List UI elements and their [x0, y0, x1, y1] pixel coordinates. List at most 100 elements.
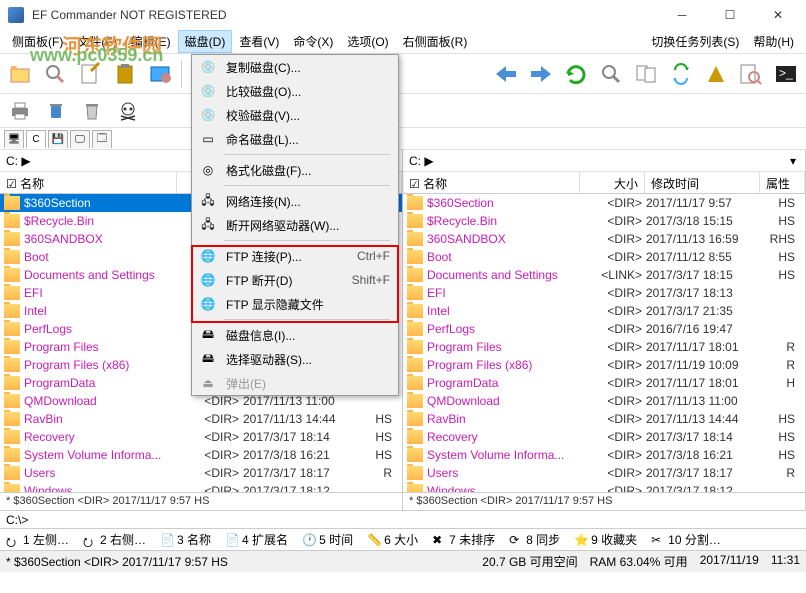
minimize-button[interactable]: ─: [662, 3, 702, 27]
tool-back-icon[interactable]: [490, 58, 522, 90]
function-key-10[interactable]: ✂10 分割…: [651, 531, 721, 548]
drive-tab-d[interactable]: 💾: [48, 130, 68, 148]
file-row[interactable]: Intel<DIR>2017/3/17 21:35: [403, 302, 805, 320]
file-name: Windows: [24, 484, 178, 492]
drive-tab-e[interactable]: 🖵: [70, 130, 90, 148]
tool-edit-icon[interactable]: [74, 58, 106, 90]
file-row[interactable]: Documents and Settings<LINK>2017/3/17 18…: [403, 266, 805, 284]
col-checkbox-icon[interactable]: ☑: [6, 177, 20, 191]
file-row[interactable]: RavBin<DIR>2017/11/13 14:44HS: [403, 410, 805, 428]
drive-tab-pc-icon[interactable]: 🖥: [4, 130, 24, 148]
function-key-8[interactable]: ⟳8 同步: [509, 531, 560, 548]
menu-item-info[interactable]: 🖴磁盘信息(I)...: [192, 323, 398, 347]
file-row[interactable]: ProgramData<DIR>2017/11/17 18:01H: [403, 374, 805, 392]
menu-edit[interactable]: 编辑(E): [124, 30, 178, 53]
command-line[interactable]: C:\>: [0, 510, 806, 528]
tool-recycle-icon[interactable]: [40, 95, 72, 127]
file-row[interactable]: Boot<DIR>2017/11/12 8:55HS: [403, 248, 805, 266]
tool-paste-icon[interactable]: [109, 58, 141, 90]
folder-icon: [4, 430, 20, 444]
menu-switch-tasklist[interactable]: 切换任务列表(S): [644, 30, 746, 53]
file-row[interactable]: Users<DIR>2017/3/17 18:17R: [0, 464, 402, 482]
file-row[interactable]: Windows<DIR>2017/3/17 18:12: [403, 482, 805, 492]
function-key-3[interactable]: 📄3 名称: [160, 531, 211, 548]
file-name: System Volume Informa...: [427, 448, 581, 462]
file-row[interactable]: $Recycle.Bin<DIR>2017/3/18 15:15HS: [403, 212, 805, 230]
tool-sheets-icon[interactable]: [630, 58, 662, 90]
menu-options[interactable]: 选项(O): [340, 30, 395, 53]
menu-disk[interactable]: 磁盘(D): [178, 30, 233, 53]
tool-sync-icon[interactable]: [665, 58, 697, 90]
menu-item-network[interactable]: 🖧网络连接(N)...: [192, 189, 398, 213]
menu-right-panel[interactable]: 右侧面板(R): [396, 30, 475, 53]
path-dropdown-icon[interactable]: ▾: [787, 156, 799, 166]
tool-pyramid-icon[interactable]: [700, 58, 732, 90]
tool-skull-icon[interactable]: [112, 95, 144, 127]
tool-settings-icon[interactable]: [144, 58, 176, 90]
function-key-2[interactable]: ⭮2 右侧…: [83, 531, 146, 548]
function-key-7[interactable]: ✖7 未排序: [432, 531, 495, 548]
file-row[interactable]: Users<DIR>2017/3/17 18:17R: [403, 464, 805, 482]
file-row[interactable]: $360Section<DIR>2017/11/17 9:57HS: [403, 194, 805, 212]
footer-time: 11:31: [771, 553, 800, 570]
menu-left-panel[interactable]: 侧面板(F): [5, 30, 70, 53]
right-file-list[interactable]: $360Section<DIR>2017/11/17 9:57HS$Recycl…: [403, 194, 805, 492]
menu-item-globe[interactable]: 🌐FTP 连接(P)...Ctrl+F: [192, 244, 398, 268]
right-col-date[interactable]: 修改时间: [645, 172, 760, 193]
menu-item-disk-check[interactable]: 💿校验磁盘(V)...: [192, 103, 398, 127]
menu-item-globe-eye[interactable]: 🌐FTP 显示隐藏文件: [192, 292, 398, 316]
menu-command[interactable]: 命令(X): [286, 30, 340, 53]
menu-item-disk-label[interactable]: ▭命名磁盘(L)...: [192, 127, 398, 151]
file-row[interactable]: System Volume Informa...<DIR>2017/3/18 1…: [403, 446, 805, 464]
function-key-1[interactable]: ⭮1 左侧…: [6, 531, 69, 548]
folder-icon: [407, 250, 423, 264]
tool-zoom-icon[interactable]: [595, 58, 627, 90]
file-row[interactable]: System Volume Informa...<DIR>2017/3/18 1…: [0, 446, 402, 464]
tool-refresh-icon[interactable]: [560, 58, 592, 90]
menu-item-network-off[interactable]: 🖧断开网络驱动器(W)...: [192, 213, 398, 237]
tool-forward-icon[interactable]: [525, 58, 557, 90]
menu-item-label: 比较磁盘(O)...: [226, 83, 301, 100]
function-key-4[interactable]: 📄4 扩展名: [225, 531, 288, 548]
menu-item-format[interactable]: ◎格式化磁盘(F)...: [192, 158, 398, 182]
function-key-9[interactable]: ⭐9 收藏夹: [574, 531, 637, 548]
tool-printer-icon[interactable]: [4, 95, 36, 127]
left-col-name[interactable]: 名称: [20, 177, 44, 191]
menu-item-select[interactable]: 🖴选择驱动器(S)...: [192, 347, 398, 371]
menu-item-globe-off[interactable]: 🌐FTP 断开(D)Shift+F: [192, 268, 398, 292]
file-row[interactable]: Program Files<DIR>2017/11/17 18:01R: [403, 338, 805, 356]
menu-view[interactable]: 查看(V): [232, 30, 286, 53]
col-checkbox-icon[interactable]: ☑: [409, 177, 423, 191]
right-path-bar[interactable]: C: ▶ ▾: [403, 150, 805, 172]
right-col-attr[interactable]: 属性: [760, 172, 805, 193]
menu-file[interactable]: 文件(F): [70, 30, 123, 53]
file-row[interactable]: Recovery<DIR>2017/3/17 18:14HS: [0, 428, 402, 446]
file-row[interactable]: Windows<DIR>2017/3/17 18:12: [0, 482, 402, 492]
menu-item-disk[interactable]: 💿复制磁盘(C)...: [192, 55, 398, 79]
function-key-5[interactable]: 🕐5 时间: [302, 531, 353, 548]
tool-search-icon[interactable]: [39, 58, 71, 90]
right-col-size[interactable]: 大小: [580, 172, 645, 193]
drive-tab-c[interactable]: C: [26, 130, 46, 148]
close-button[interactable]: ✕: [758, 3, 798, 27]
folder-icon: [4, 196, 20, 210]
file-row[interactable]: RavBin<DIR>2017/11/13 14:44HS: [0, 410, 402, 428]
file-row[interactable]: Recovery<DIR>2017/3/17 18:14HS: [403, 428, 805, 446]
right-col-name[interactable]: 名称: [423, 177, 447, 191]
tool-trash-icon[interactable]: [76, 95, 108, 127]
tool-console-icon[interactable]: >_: [770, 58, 802, 90]
file-row[interactable]: PerfLogs<DIR>2016/7/16 19:47: [403, 320, 805, 338]
drive-tab-desktop-icon[interactable]: 🗔: [92, 130, 112, 148]
file-row[interactable]: EFI<DIR>2017/3/17 18:13: [403, 284, 805, 302]
svg-text:>_: >_: [779, 66, 793, 80]
menu-help[interactable]: 帮助(H): [746, 30, 801, 53]
file-row[interactable]: 360SANDBOX<DIR>2017/11/13 16:59RHS: [403, 230, 805, 248]
file-attr: HS: [358, 412, 398, 426]
file-row[interactable]: Program Files (x86)<DIR>2017/11/19 10:09…: [403, 356, 805, 374]
function-key-6[interactable]: 📏6 大小: [367, 531, 418, 548]
menu-item-disk-compare[interactable]: 💿比较磁盘(O)...: [192, 79, 398, 103]
tool-find-icon[interactable]: [735, 58, 767, 90]
file-row[interactable]: QMDownload<DIR>2017/11/13 11:00: [403, 392, 805, 410]
maximize-button[interactable]: ☐: [710, 3, 750, 27]
tool-new-folder[interactable]: [4, 58, 36, 90]
